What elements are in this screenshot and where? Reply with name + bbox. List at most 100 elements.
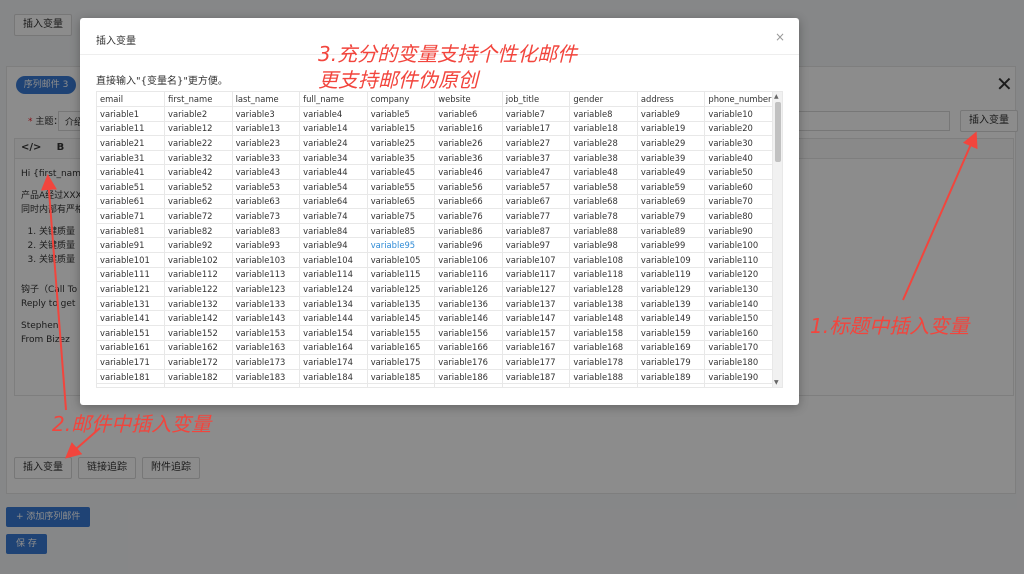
- variable-cell[interactable]: variable2: [164, 106, 233, 122]
- variable-cell[interactable]: variable126: [434, 281, 503, 297]
- variable-cell[interactable]: variable139: [637, 296, 706, 312]
- variable-cell[interactable]: variable174: [299, 354, 368, 370]
- variable-cell[interactable]: variable182: [164, 369, 233, 385]
- variable-cell[interactable]: variable168: [569, 340, 638, 356]
- variable-cell[interactable]: variable180: [704, 354, 773, 370]
- variable-cell[interactable]: variable94: [299, 237, 368, 254]
- variable-cell[interactable]: variable44: [299, 164, 368, 181]
- variable-cell[interactable]: variable100: [704, 237, 773, 254]
- variable-cell[interactable]: variable3: [232, 106, 301, 122]
- variable-cell[interactable]: variable106: [434, 252, 503, 268]
- variable-cell[interactable]: variable149: [637, 310, 706, 326]
- variable-cell[interactable]: variable22: [164, 135, 233, 151]
- variable-cell[interactable]: variable193: [232, 383, 301, 387]
- variable-cell[interactable]: variable143: [232, 310, 301, 326]
- variable-cell[interactable]: variable187: [502, 369, 571, 385]
- variable-cell[interactable]: variable164: [299, 340, 368, 356]
- variable-cell[interactable]: variable120: [704, 267, 773, 283]
- scroll-down-icon[interactable]: ▼: [774, 379, 779, 386]
- variable-cell[interactable]: variable16: [434, 121, 503, 137]
- variable-cell[interactable]: variable63: [232, 194, 301, 210]
- variable-cell[interactable]: variable129: [637, 281, 706, 297]
- variable-cell[interactable]: variable18: [569, 121, 638, 137]
- variable-cell[interactable]: variable8: [569, 106, 638, 122]
- variable-cell[interactable]: variable170: [704, 340, 773, 356]
- variable-cell[interactable]: variable197: [502, 383, 571, 387]
- variable-cell[interactable]: variable169: [637, 340, 706, 356]
- variable-cell[interactable]: variable177: [502, 354, 571, 370]
- variable-cell[interactable]: variable98: [569, 237, 638, 254]
- variable-cell[interactable]: variable30: [704, 135, 773, 151]
- variable-cell[interactable]: variable194: [299, 383, 368, 387]
- variable-cell[interactable]: variable35: [367, 150, 436, 166]
- variable-cell[interactable]: variable17: [502, 121, 571, 137]
- variable-cell[interactable]: variable12: [164, 121, 233, 137]
- variable-cell[interactable]: variable56: [434, 179, 503, 195]
- variable-cell[interactable]: variable136: [434, 296, 503, 312]
- variable-cell[interactable]: variable160: [704, 325, 773, 341]
- variable-cell[interactable]: variable121: [97, 281, 166, 297]
- variable-cell[interactable]: variable103: [232, 252, 301, 268]
- variable-cell[interactable]: variable116: [434, 267, 503, 283]
- variable-cell[interactable]: variable1: [97, 106, 166, 122]
- variable-cell[interactable]: variable173: [232, 354, 301, 370]
- variable-cell[interactable]: variable52: [164, 179, 233, 195]
- variable-cell[interactable]: variable141: [97, 310, 166, 326]
- variable-cell[interactable]: variable150: [704, 310, 773, 326]
- variable-cell[interactable]: variable195: [367, 383, 436, 387]
- variable-cell[interactable]: variable163: [232, 340, 301, 356]
- variable-cell[interactable]: variable43: [232, 164, 301, 181]
- variable-cell[interactable]: variable130: [704, 281, 773, 297]
- variable-cell[interactable]: variable4: [299, 106, 368, 122]
- variable-cell[interactable]: variable191: [97, 383, 166, 387]
- variable-cell[interactable]: variable68: [569, 194, 638, 210]
- variable-cell[interactable]: variable73: [232, 208, 301, 224]
- variable-cell[interactable]: variable147: [502, 310, 571, 326]
- variable-cell[interactable]: variable113: [232, 267, 301, 283]
- variable-cell[interactable]: variable67: [502, 194, 571, 210]
- variable-cell[interactable]: variable162: [164, 340, 233, 356]
- variable-cell[interactable]: variable159: [637, 325, 706, 341]
- variable-cell[interactable]: variable132: [164, 296, 233, 312]
- variable-cell[interactable]: variable11: [97, 121, 166, 137]
- variable-cell[interactable]: variable172: [164, 354, 233, 370]
- variable-cell[interactable]: variable41: [97, 164, 166, 181]
- variable-cell[interactable]: variable46: [434, 164, 503, 181]
- variable-cell[interactable]: variable198: [569, 383, 638, 387]
- variable-cell[interactable]: variable58: [569, 179, 638, 195]
- variable-cell[interactable]: variable51: [97, 179, 166, 195]
- variable-cell[interactable]: variable102: [164, 252, 233, 268]
- variable-cell[interactable]: variable171: [97, 354, 166, 370]
- variable-cell[interactable]: variable200: [704, 383, 773, 387]
- variable-cell[interactable]: variable146: [434, 310, 503, 326]
- scroll-thumb[interactable]: [775, 102, 781, 162]
- variable-cell[interactable]: variable87: [502, 223, 571, 239]
- variable-cell[interactable]: variable128: [569, 281, 638, 297]
- variable-cell[interactable]: variable138: [569, 296, 638, 312]
- variable-cell[interactable]: variable14: [299, 121, 368, 137]
- variable-cell[interactable]: variable111: [97, 267, 166, 283]
- variable-cell[interactable]: variable93: [232, 237, 301, 254]
- variable-cell[interactable]: variable119: [637, 267, 706, 283]
- variable-cell[interactable]: variable21: [97, 135, 166, 151]
- variable-cell[interactable]: variable91: [97, 237, 166, 254]
- variable-cell[interactable]: variable75: [367, 208, 436, 224]
- variable-cell[interactable]: variable185: [367, 369, 436, 385]
- variable-cell[interactable]: variable110: [704, 252, 773, 268]
- variable-cell[interactable]: variable23: [232, 135, 301, 151]
- variable-cell[interactable]: variable186: [434, 369, 503, 385]
- variable-cell[interactable]: variable66: [434, 194, 503, 210]
- variable-cell[interactable]: variable79: [637, 208, 706, 224]
- variable-cell[interactable]: variable155: [367, 325, 436, 341]
- variable-cell[interactable]: variable107: [502, 252, 571, 268]
- variable-cell[interactable]: variable189: [637, 369, 706, 385]
- variable-cell[interactable]: variable77: [502, 208, 571, 224]
- variable-cell[interactable]: variable154: [299, 325, 368, 341]
- variable-cell[interactable]: variable34: [299, 150, 368, 166]
- variable-cell[interactable]: variable50: [704, 164, 773, 181]
- variable-cell[interactable]: variable157: [502, 325, 571, 341]
- variable-cell[interactable]: variable83: [232, 223, 301, 239]
- variable-cell[interactable]: variable64: [299, 194, 368, 210]
- table-scrollbar[interactable]: ▲ ▼: [772, 92, 782, 387]
- variable-cell[interactable]: variable105: [367, 252, 436, 268]
